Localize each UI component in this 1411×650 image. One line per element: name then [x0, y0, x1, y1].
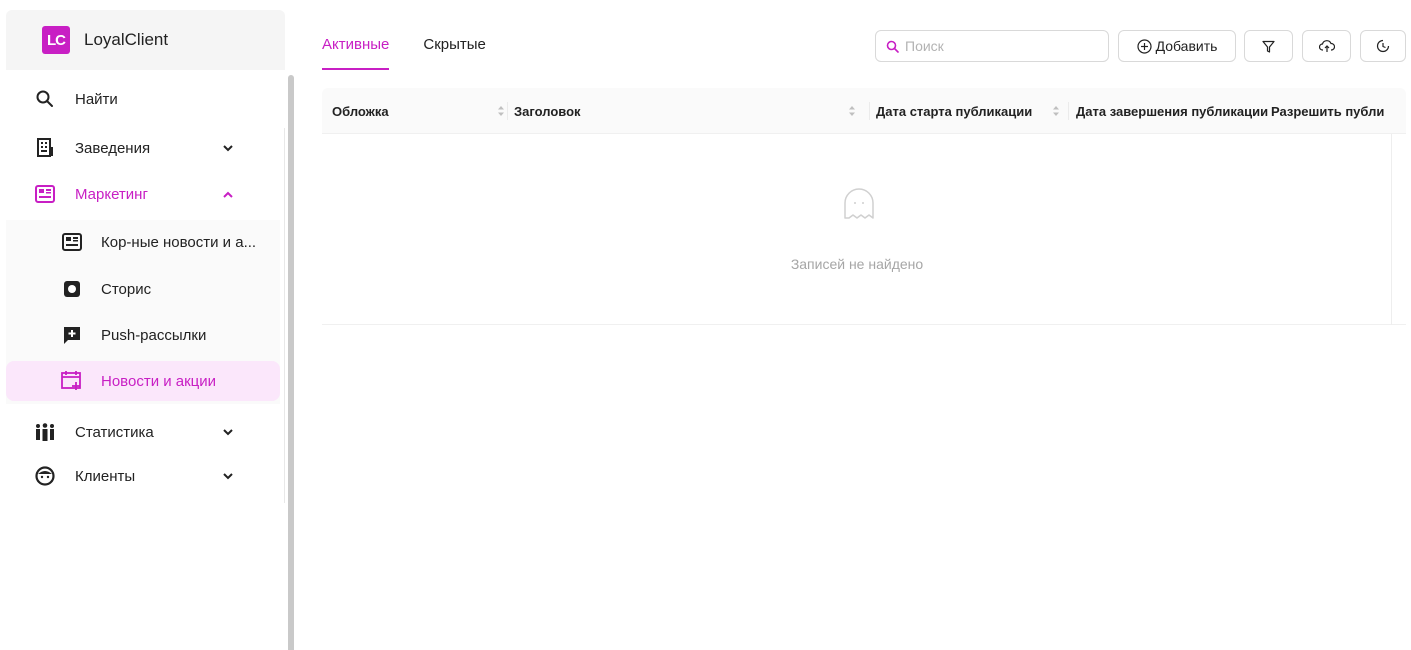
sidebar-subitem-push[interactable]: Push-рассылки [6, 315, 280, 355]
sidebar-scrollbar-thumb[interactable] [288, 75, 294, 650]
cloud-upload-button[interactable] [1302, 30, 1351, 62]
column-header-start-date[interactable]: Дата старта публикации [876, 88, 1068, 134]
sidebar: LC LoyalClient Найти Заведения Маркетинг… [0, 0, 294, 650]
sidebar-item-venues[interactable]: Заведения [6, 127, 280, 169]
sidebar-item-search[interactable]: Найти [6, 78, 280, 120]
tabs: Активные Скрытые [322, 24, 520, 72]
sidebar-item-statistics[interactable]: Статистика [6, 411, 280, 453]
add-button[interactable]: Добавить [1118, 30, 1236, 62]
column-header-label: Обложка [332, 103, 389, 119]
people-icon [34, 421, 56, 443]
column-separator [507, 102, 508, 120]
column-header-cover[interactable]: Обложка [332, 88, 512, 134]
clock-icon [1376, 39, 1390, 53]
column-header-label: Дата старта публикации [876, 103, 1033, 119]
sidebar-item-label: Маркетинг [75, 185, 148, 203]
empty-state-text: Записей не найдено [790, 256, 924, 272]
filter-icon [1262, 40, 1275, 53]
sidebar-item-clients[interactable]: Клиенты [6, 455, 280, 497]
sidebar-item-label: Кор-ные новости и а... [101, 233, 257, 251]
column-separator [869, 102, 870, 120]
tab-hidden[interactable]: Скрытые [423, 24, 486, 72]
search-input[interactable] [905, 38, 1095, 54]
news-table: Обложка Заголовок Дата старта публикации [322, 88, 1406, 325]
sidebar-divider [284, 128, 285, 503]
plus-circle-icon [1136, 38, 1152, 54]
search-icon [886, 40, 899, 53]
brand-name: LoyalClient [84, 30, 169, 49]
empty-ghost-icon [842, 188, 876, 222]
building-icon [34, 137, 56, 159]
table-header: Обложка Заголовок Дата старта публикации [322, 88, 1406, 134]
app-root: LC LoyalClient Найти Заведения Маркетинг… [0, 0, 1411, 650]
search-icon [34, 88, 56, 110]
column-separator [1068, 102, 1069, 120]
sort-icon[interactable] [1052, 105, 1060, 117]
chevron-down-icon [221, 425, 235, 439]
column-header-label: Дата завершения публикации [1076, 103, 1269, 119]
column-header-end-date[interactable]: Дата завершения публикации [1076, 88, 1269, 134]
sort-icon[interactable] [497, 105, 505, 117]
table-scroll-edge [1391, 134, 1392, 325]
brand-header[interactable]: LC LoyalClient [6, 10, 285, 70]
sidebar-item-label: Новости и акции [101, 372, 217, 390]
sidebar-item-label: Найти [75, 90, 118, 108]
sidebar-item-label: Заведения [75, 139, 151, 157]
cloud-upload-icon [1318, 39, 1335, 53]
column-header-title[interactable]: Заголовок [514, 88, 870, 134]
chevron-down-icon [221, 141, 235, 155]
sidebar-item-label: Клиенты [75, 467, 136, 485]
chevron-down-icon [221, 469, 235, 483]
search-box[interactable] [875, 30, 1109, 62]
tab-active[interactable]: Активные [322, 24, 390, 72]
sort-icon[interactable] [848, 105, 856, 117]
calendar-plus-icon [61, 370, 83, 392]
sidebar-item-marketing[interactable]: Маркетинг [6, 173, 280, 215]
sidebar-item-label: Push-рассылки [101, 326, 207, 344]
sidebar-subitem-stories[interactable]: Сторис [6, 269, 280, 309]
history-button[interactable] [1360, 30, 1406, 62]
brand-logo: LC [42, 26, 70, 54]
filter-button[interactable] [1244, 30, 1293, 62]
sidebar-scrollbar[interactable] [286, 72, 294, 650]
sidebar-subitem-corporate-news[interactable]: Кор-ные новости и а... [6, 222, 280, 262]
chevron-up-icon [221, 187, 235, 201]
column-header-label: Заголовок [514, 103, 581, 119]
column-header-allow-publish[interactable]: Разрешить публи [1271, 88, 1393, 134]
add-button-label: Добавить [1155, 38, 1218, 54]
face-icon [34, 465, 56, 487]
sidebar-subitem-news-promos[interactable]: Новости и акции [6, 361, 280, 401]
sidebar-item-label: Статистика [75, 423, 154, 441]
stories-icon [61, 278, 83, 300]
sidebar-item-label: Сторис [101, 280, 152, 298]
table-body: Записей не найдено [322, 134, 1406, 325]
push-icon [61, 324, 83, 346]
newspaper-icon [34, 183, 56, 205]
newspaper-icon [61, 231, 83, 253]
column-header-label: Разрешить публи [1271, 103, 1385, 119]
